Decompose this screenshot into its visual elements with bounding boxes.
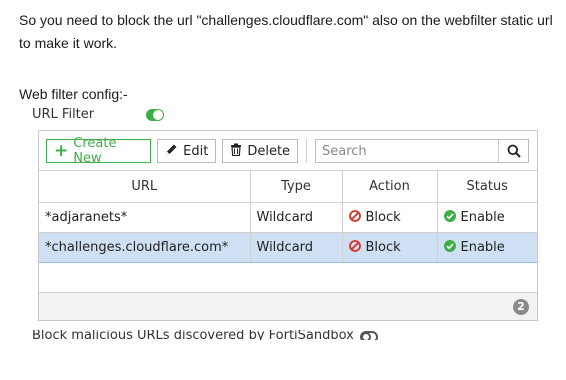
type-cell: Wildcard [249,232,343,263]
config-title: Web filter config:- [19,86,128,102]
status-cell: Enable [436,232,537,263]
search-button[interactable] [498,140,528,162]
url-filter-label: URL Filter [32,107,95,122]
search-icon [507,144,521,158]
intro-text: So you need to block the url "challenges… [19,12,553,51]
action-cell: Block [341,232,438,263]
search-box [315,139,529,163]
table-header-row: URL Type Action Status [39,170,537,203]
sandbox-toggle[interactable] [359,331,378,340]
action-label: Block [365,240,401,255]
url-cell: *adjaranets* [39,202,251,233]
column-header-url[interactable]: URL [39,170,251,203]
plus-icon: + [54,141,69,161]
trash-icon [230,143,242,160]
url-filter-panel: + Create New Edit Delete URL [38,130,538,321]
url-table: URL Type Action Status *adjaranets* Wild… [39,170,537,293]
toggle-knob [360,332,371,340]
table-row[interactable]: *challenges.cloudflare.com* Wildcard Blo… [39,232,537,263]
toolbar-divider [306,139,307,163]
status-label: Enable [460,240,505,255]
delete-button[interactable]: Delete [222,139,299,163]
delete-label: Delete [247,143,291,159]
edit-label: Edit [183,143,209,159]
check-circle-icon [443,240,456,252]
create-new-label: Create New [73,136,117,166]
action-cell: Block [341,202,438,233]
url-filter-toggle[interactable] [146,108,164,121]
edit-button[interactable]: Edit [157,139,217,163]
url-filter-row: URL Filter [32,107,164,122]
column-header-status[interactable]: Status [436,170,537,203]
toolbar: + Create New Edit Delete [46,136,529,166]
status-label: Enable [460,210,505,225]
sandbox-row: Block malicious URLs discovered by Forti… [32,330,378,340]
empty-row [39,262,537,293]
type-cell: Wildcard [249,202,343,233]
table-row[interactable]: *adjaranets* Wildcard Block Enable [39,202,537,233]
check-circle-icon [443,210,456,222]
toggle-knob [153,109,163,120]
block-icon [348,240,361,252]
block-icon [348,210,361,222]
row-count-badge: 2 [513,299,529,315]
url-cell: *challenges.cloudflare.com* [39,232,251,263]
action-label: Block [365,210,401,225]
empty-cell [39,262,537,293]
search-input[interactable] [316,141,498,161]
column-header-action[interactable]: Action [341,170,438,203]
status-cell: Enable [436,202,537,233]
sandbox-label: Block malicious URLs discovered by Forti… [32,330,354,340]
column-header-type[interactable]: Type [249,170,343,203]
create-new-button[interactable]: + Create New [46,136,152,166]
table-footer: 2 [39,292,537,320]
pencil-icon [165,143,178,160]
